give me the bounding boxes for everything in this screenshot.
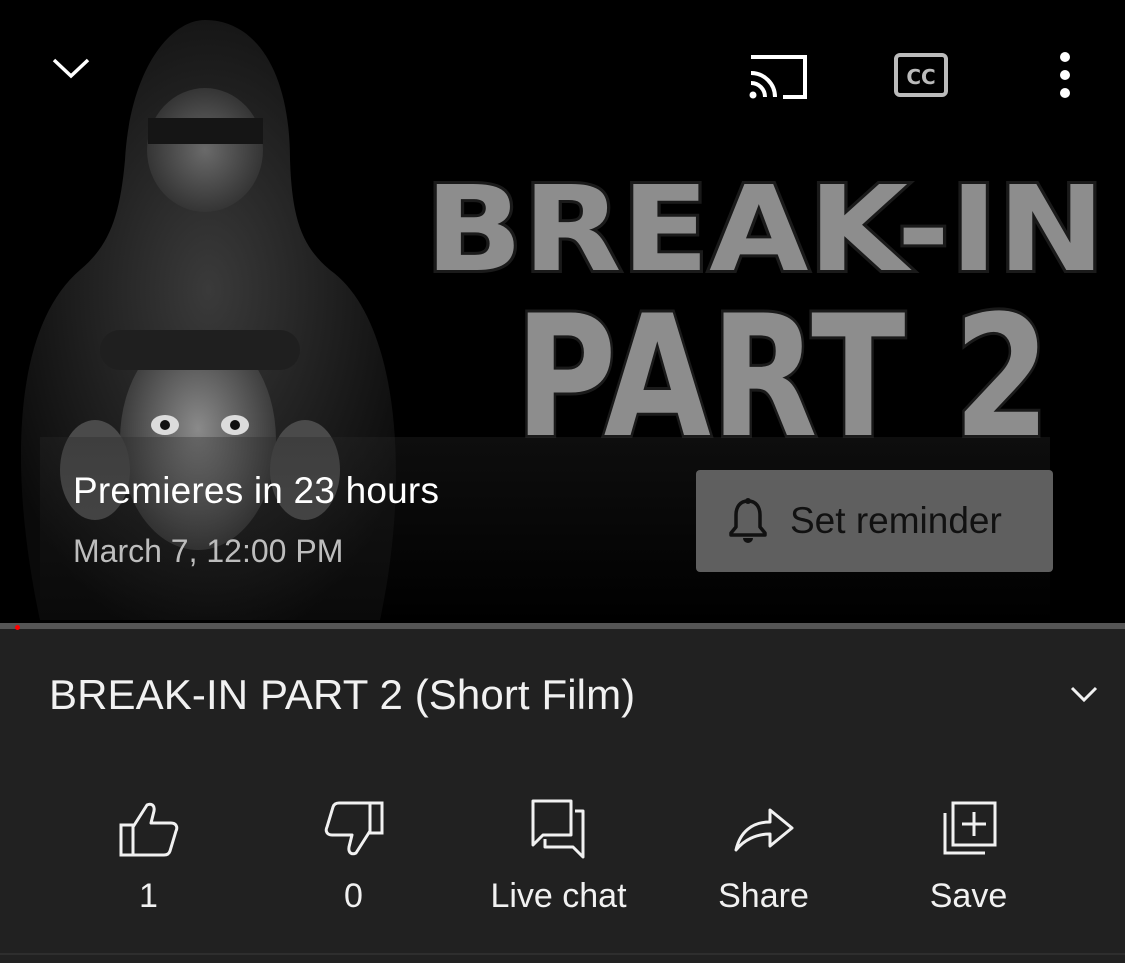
dislike-button[interactable]: 0 bbox=[251, 785, 456, 925]
divider bbox=[0, 953, 1125, 955]
thumbs-down-icon bbox=[316, 791, 392, 867]
expand-description-button[interactable] bbox=[1062, 672, 1106, 716]
save-label: Save bbox=[929, 877, 1008, 915]
svg-text:CC: CC bbox=[906, 65, 935, 89]
chevron-down-icon bbox=[1070, 686, 1098, 703]
progress-scrubber[interactable] bbox=[15, 625, 20, 630]
more-options-button[interactable] bbox=[1046, 48, 1084, 102]
video-title[interactable]: BREAK-IN PART 2 (Short Film) bbox=[49, 671, 635, 719]
share-arrow-icon bbox=[726, 791, 802, 867]
captions-button[interactable]: CC bbox=[890, 48, 952, 102]
like-count: 1 bbox=[139, 877, 158, 915]
share-label: Share bbox=[718, 877, 809, 915]
share-button[interactable]: Share bbox=[661, 785, 866, 925]
premiere-countdown: Premieres in 23 hours bbox=[73, 470, 440, 511]
live-chat-label: Live chat bbox=[490, 877, 627, 915]
cast-icon bbox=[749, 55, 807, 99]
set-reminder-button[interactable]: Set reminder bbox=[696, 470, 1053, 572]
set-reminder-label: Set reminder bbox=[790, 500, 1002, 541]
closed-captions-icon: CC bbox=[894, 53, 948, 97]
add-to-playlist-icon bbox=[931, 791, 1007, 867]
minimize-player-button[interactable] bbox=[46, 48, 96, 88]
video-player[interactable]: BREAK-IN PART 2 CC Premieres in 23 hours… bbox=[0, 0, 1125, 623]
cast-button[interactable] bbox=[742, 50, 812, 102]
premiere-date: March 7, 12:00 PM bbox=[73, 533, 344, 569]
progress-bar[interactable] bbox=[0, 623, 1125, 630]
chevron-down-icon bbox=[52, 58, 90, 79]
save-button[interactable]: Save bbox=[866, 785, 1071, 925]
bell-icon bbox=[726, 497, 770, 545]
dislike-count: 0 bbox=[344, 877, 363, 915]
thumbs-up-icon bbox=[111, 791, 187, 867]
more-vert-icon bbox=[1060, 52, 1070, 98]
chat-icon bbox=[521, 791, 597, 867]
live-chat-button[interactable]: Live chat bbox=[456, 785, 661, 925]
action-bar: 1 0 Live chat Share Save bbox=[46, 785, 1072, 925]
thumbnail-title-line1: BREAK-IN bbox=[425, 160, 1105, 298]
like-button[interactable]: 1 bbox=[46, 785, 251, 925]
